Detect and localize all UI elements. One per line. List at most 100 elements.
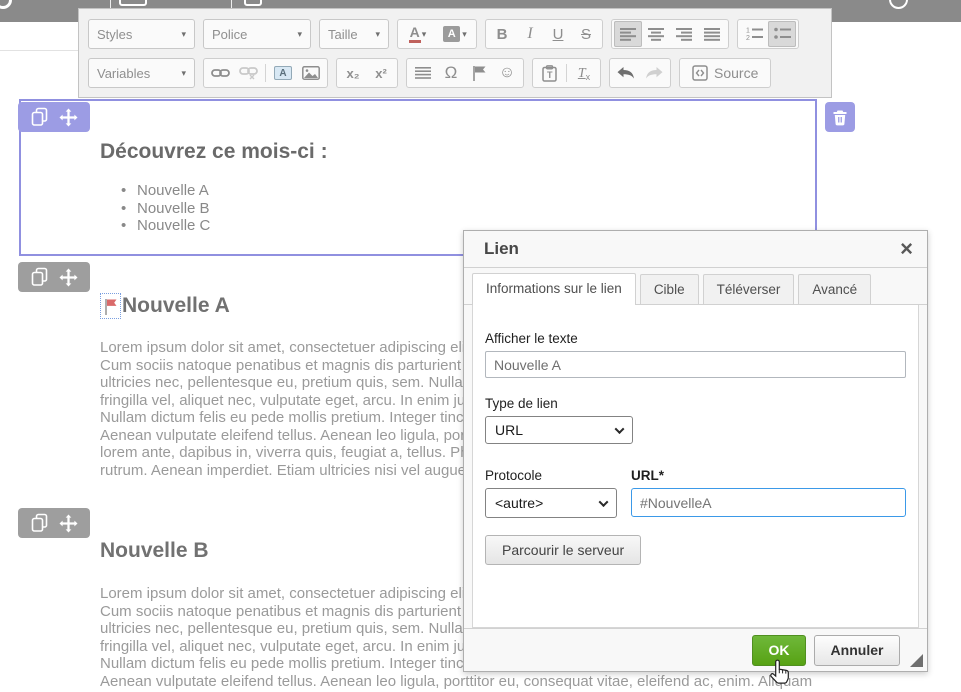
align-right-button[interactable]: [670, 21, 698, 47]
undo-icon: [617, 67, 635, 80]
block-handle-intro[interactable]: [18, 102, 90, 132]
tab-upload[interactable]: Téléverser: [703, 274, 795, 304]
undo-button[interactable]: [612, 60, 640, 86]
justify-button[interactable]: [698, 21, 726, 47]
dialog-resize-handle[interactable]: [910, 654, 923, 667]
align-center-button[interactable]: [642, 21, 670, 47]
browse-server-button[interactable]: Parcourir le serveur: [485, 535, 641, 565]
chevron-down-icon: [615, 424, 625, 434]
subscript-button[interactable]: x₂: [339, 60, 367, 86]
link-button[interactable]: [206, 60, 234, 86]
anchor-icon: A: [274, 66, 292, 80]
close-icon[interactable]: ×: [900, 238, 913, 260]
move-icon[interactable]: [59, 268, 78, 287]
protocol-select[interactable]: <autre>: [485, 488, 617, 518]
variables-dropdown-label: Variables: [97, 66, 150, 81]
chevron-down-icon: ▾: [462, 30, 467, 39]
block-handle-section-b[interactable]: [18, 508, 90, 538]
strikethrough-icon: S: [581, 26, 591, 43]
source-button[interactable]: Source: [682, 60, 768, 86]
block-handle-section-a[interactable]: [18, 262, 90, 292]
move-icon[interactable]: [59, 514, 78, 533]
dialog-footer: OK Annuler: [464, 628, 927, 671]
topbar-separator: [110, 0, 111, 8]
dialog-titlebar[interactable]: Lien ×: [464, 231, 927, 268]
duplicate-icon[interactable]: [30, 107, 49, 127]
duplicate-icon[interactable]: [30, 267, 49, 287]
smiley-button[interactable]: ☺: [493, 60, 521, 86]
red-flag-icon: [104, 298, 118, 315]
link-type-value: URL: [495, 422, 523, 438]
trash-icon: [832, 109, 848, 126]
unlink-button[interactable]: [234, 60, 262, 86]
bold-button[interactable]: B: [488, 21, 516, 47]
section-heading: Nouvelle B: [100, 539, 209, 563]
toolbar-row-1: Styles ▾ Police ▾ Taille ▾ A ▾ A ▾: [88, 16, 822, 52]
toolbar-row-2: Variables ▾ A x₂ x²: [88, 55, 822, 91]
anchor-button[interactable]: A: [269, 60, 297, 86]
background-color-button[interactable]: A ▾: [436, 21, 474, 47]
tab-advanced[interactable]: Avancé: [798, 274, 871, 304]
horizontal-rule-icon: [415, 67, 431, 79]
link-type-label: Type de lien: [485, 396, 906, 411]
superscript-icon: x²: [375, 66, 387, 81]
align-left-button[interactable]: [614, 21, 642, 47]
topbar-tool-icon[interactable]: [119, 0, 147, 6]
cancel-button[interactable]: Annuler: [814, 635, 900, 666]
topbar-tool-icon[interactable]: [244, 0, 262, 6]
dialog-tabs: Informations sur le lien Cible Téléverse…: [464, 268, 927, 305]
list-item[interactable]: Nouvelle A: [119, 182, 210, 200]
dialog-body: Afficher le texte Type de lien URL Proto…: [472, 305, 919, 628]
tab-target[interactable]: Cible: [640, 274, 699, 304]
sub-sup-group: x₂ x²: [336, 58, 398, 88]
font-dropdown[interactable]: Police ▾: [203, 19, 311, 49]
italic-button[interactable]: I: [516, 21, 544, 47]
remove-format-icon: Tx: [578, 64, 590, 82]
font-dropdown-label: Police: [212, 27, 247, 42]
url-label: URL*: [631, 468, 906, 483]
horizontal-rule-button[interactable]: [409, 60, 437, 86]
ok-button[interactable]: OK: [752, 635, 806, 666]
list-item[interactable]: Nouvelle B: [119, 200, 210, 218]
styles-dropdown[interactable]: Styles ▾: [88, 19, 195, 49]
source-icon: [692, 65, 708, 81]
help-icon[interactable]: [889, 0, 908, 9]
strikethrough-button[interactable]: S: [572, 21, 600, 47]
link-type-select[interactable]: URL: [485, 416, 633, 444]
move-icon[interactable]: [59, 108, 78, 127]
alignment-group: [611, 19, 729, 49]
display-text-input[interactable]: [485, 351, 906, 378]
svg-text:2: 2: [746, 35, 750, 41]
url-input[interactable]: [631, 488, 906, 517]
superscript-button[interactable]: x²: [367, 60, 395, 86]
tab-link-info[interactable]: Informations sur le lien: [472, 273, 636, 305]
section-heading: Nouvelle A: [122, 294, 230, 318]
duplicate-icon[interactable]: [30, 513, 49, 533]
paste-text-button[interactable]: T: [535, 60, 563, 86]
anchor-marker[interactable]: [100, 293, 121, 319]
delete-block-button[interactable]: [825, 102, 855, 132]
size-dropdown[interactable]: Taille ▾: [319, 19, 389, 49]
list-group: 12: [737, 19, 799, 49]
subscript-icon: x₂: [346, 66, 359, 81]
chevron-down-icon: ▾: [181, 69, 186, 78]
underline-icon: U: [553, 26, 564, 43]
bullet-list-button[interactable]: [768, 21, 796, 47]
app-logo-icon: [0, 0, 12, 9]
remove-format-button[interactable]: Tx: [570, 60, 598, 86]
chevron-down-icon: ▾: [297, 30, 302, 39]
align-center-icon: [648, 28, 664, 41]
section-a-title: Nouvelle A: [100, 293, 230, 319]
text-color-button[interactable]: A ▾: [400, 21, 436, 47]
flag-button[interactable]: [465, 60, 493, 86]
variables-dropdown[interactable]: Variables ▾: [88, 58, 195, 88]
underline-button[interactable]: U: [544, 21, 572, 47]
special-char-button[interactable]: Ω: [437, 60, 465, 86]
chevron-down-icon: ▾: [375, 30, 380, 39]
list-item[interactable]: Nouvelle C: [119, 217, 210, 235]
bullet-list-icon: [774, 27, 791, 41]
svg-text:T: T: [547, 70, 553, 80]
numbered-list-button[interactable]: 12: [740, 21, 768, 47]
redo-button[interactable]: [640, 60, 668, 86]
image-button[interactable]: [297, 60, 325, 86]
